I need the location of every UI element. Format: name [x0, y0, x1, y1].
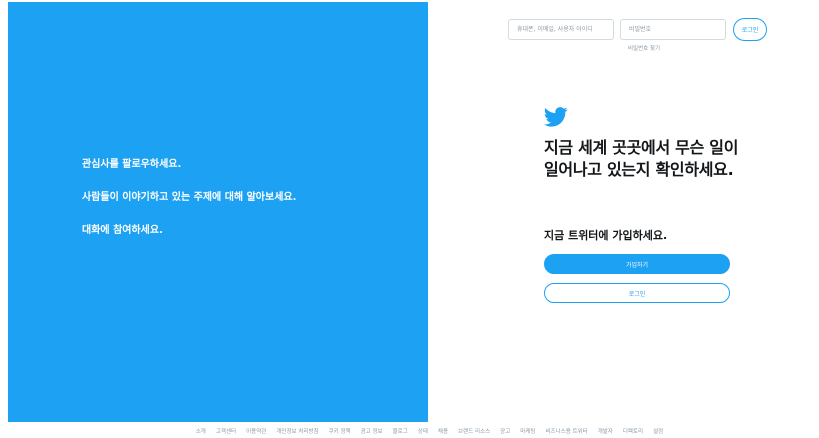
feature-follow: 관심사를 팔로우하세요. [82, 158, 322, 171]
feature-follow-text: 관심사를 팔로우하세요. [82, 159, 182, 170]
signup-button[interactable]: 가입하기 [544, 254, 730, 274]
footer-link-advertise[interactable]: 광고 [500, 427, 510, 435]
footer-link-terms[interactable]: 이용약관 [246, 427, 266, 435]
footer-link-developers[interactable]: 개발자 [598, 427, 613, 435]
footer-link-help[interactable]: 고객센터 [216, 427, 236, 435]
footer-link-blog[interactable]: 블로그 [393, 427, 408, 435]
twitter-bird-icon [544, 107, 568, 127]
password-wrap: 비밀번호 찾기 [614, 19, 726, 52]
feature-join-conversation-text: 대화에 참여하세요. [82, 225, 163, 236]
forgot-password-link[interactable]: 비밀번호 찾기 [628, 44, 726, 52]
footer-link-marketing[interactable]: 마케팅 [520, 427, 535, 435]
footer-link-business[interactable]: 비즈니스용 트위터 [545, 427, 587, 435]
footer-link-status[interactable]: 상태 [418, 427, 428, 435]
footer-link-brand[interactable]: 브랜드 리소스 [458, 427, 490, 435]
feature-discover: 사람들이 이야기하고 있는 주제에 대해 알아보세요. [82, 191, 322, 204]
footer-link-privacy[interactable]: 개인정보 처리방침 [276, 427, 318, 435]
login-form: 비밀번호 찾기 로그인 [508, 18, 767, 52]
left-hero-panel: 관심사를 팔로우하세요. 사람들이 이야기하고 있는 주제에 대해 알아보세요.… [8, 2, 428, 422]
feature-discover-text: 사람들이 이야기하고 있는 주제에 대해 알아보세요. [82, 192, 297, 203]
feature-join-conversation: 대화에 참여하세요. [82, 224, 322, 237]
page-headline: 지금 세계 곳곳에서 무슨 일이 일어나고 있는지 확인하세요. [544, 138, 739, 179]
main-content: 지금 세계 곳곳에서 무슨 일이 일어나고 있는지 확인하세요. 지금 트위터에… [544, 106, 744, 303]
header-login-button[interactable]: 로그인 [733, 18, 767, 41]
footer-link-jobs[interactable]: 채용 [438, 427, 448, 435]
login-button[interactable]: 로그인 [544, 283, 730, 303]
footer-link-ads-info[interactable]: 광고 정보 [361, 427, 383, 435]
footer-link-about[interactable]: 소개 [196, 427, 206, 435]
password-input[interactable] [620, 19, 726, 40]
right-panel: 비밀번호 찾기 로그인 지금 세계 곳곳에서 무슨 일이 일어나고 있는지 확인… [428, 0, 819, 422]
footer-nav: 소개 고객센터 이용약관 개인정보 처리방침 쿠키 정책 광고 정보 블로그 상… [0, 424, 819, 438]
join-title: 지금 트위터에 가입하세요. [544, 229, 668, 242]
footer-link-cookies[interactable]: 쿠키 정책 [329, 427, 351, 435]
feature-list: 관심사를 팔로우하세요. 사람들이 이야기하고 있는 주제에 대해 알아보세요.… [82, 158, 322, 237]
username-input[interactable] [508, 19, 614, 40]
footer-link-settings[interactable]: 설정 [653, 427, 663, 435]
footer-link-directory[interactable]: 디렉토리 [623, 427, 643, 435]
